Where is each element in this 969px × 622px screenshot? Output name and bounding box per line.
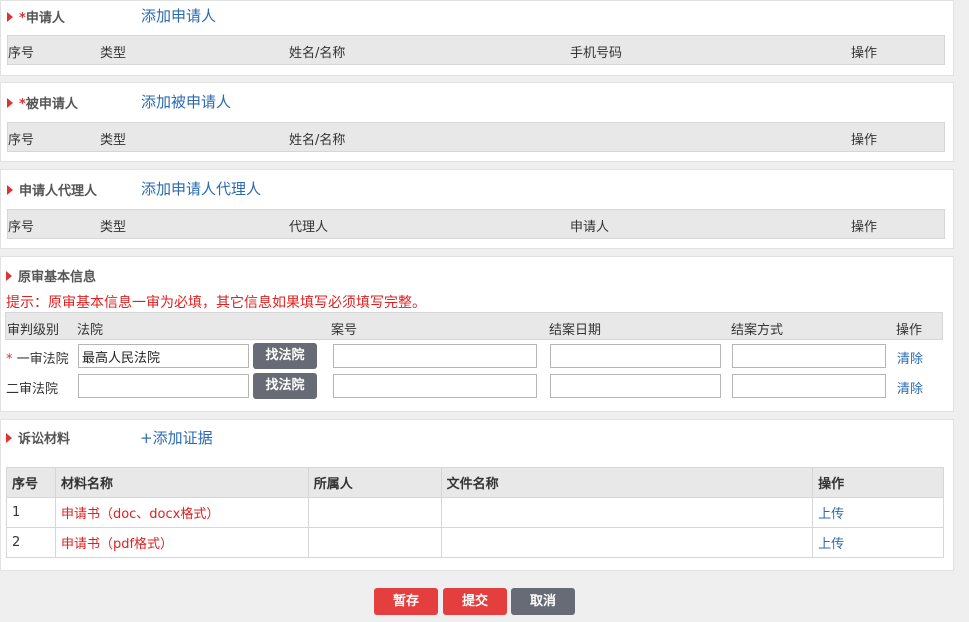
- table-row: 2 申请书（pdf格式） 上传: [6, 527, 944, 558]
- original-trial-tip: 提示：原审基本信息一审为必填，其它信息如果填写必须填写完整。: [6, 295, 426, 311]
- respondent-table-header: 序号 类型 姓名/名称 操作: [7, 122, 945, 152]
- col-type: 类型: [100, 133, 127, 148]
- submit-button[interactable]: 提交: [443, 588, 507, 615]
- col-level: 审判级别: [7, 323, 60, 338]
- agent-section-title: 申请人代理人: [7, 180, 97, 199]
- second-case-no-input[interactable]: [333, 374, 537, 398]
- row-no: 2: [6, 527, 56, 558]
- triangle-bullet-icon: [7, 11, 13, 22]
- second-court-input[interactable]: [78, 374, 249, 398]
- cancel-button[interactable]: 取消: [511, 588, 575, 615]
- col-action: 操作: [851, 46, 878, 61]
- col-applicant: 申请人: [570, 220, 610, 235]
- first-instance-label: * 一审法院: [6, 352, 69, 367]
- upload-link[interactable]: 上传: [818, 537, 844, 552]
- clear-link-2[interactable]: 清除: [897, 378, 923, 397]
- col-close-method: 结案方式: [731, 323, 784, 338]
- materials-table: 序号 材料名称 所属人 文件名称 操作 1 申请书（doc、docx格式） 上传…: [6, 467, 944, 558]
- col-no: 序号: [6, 467, 56, 498]
- add-evidence-link[interactable]: +添加证据: [140, 427, 213, 448]
- col-phone: 手机号码: [570, 46, 623, 61]
- col-court: 法院: [77, 323, 104, 338]
- file-cell: [440, 527, 814, 558]
- owner-cell: [307, 527, 442, 558]
- file-cell: [440, 497, 814, 528]
- agent-panel: 申请人代理人 添加申请人代理人 序号 类型 代理人 申请人 操作: [0, 169, 954, 249]
- first-case-no-input[interactable]: [333, 344, 537, 368]
- col-action: 操作: [896, 323, 923, 338]
- respondent-panel: *被申请人 添加被申请人 序号 类型 姓名/名称 操作: [0, 82, 954, 162]
- save-draft-button[interactable]: 暂存: [374, 588, 438, 615]
- upload-link[interactable]: 上传: [818, 507, 844, 522]
- action-cell: 上传: [812, 497, 944, 528]
- clear-link-1[interactable]: 清除: [897, 348, 923, 367]
- col-no: 序号: [8, 220, 35, 235]
- original-trial-section-title: 原审基本信息: [6, 266, 96, 285]
- table-row: 1 申请书（doc、docx格式） 上传: [6, 497, 944, 528]
- row-no: 1: [6, 497, 56, 528]
- applicant-table-header: 序号 类型 姓名/名称 手机号码 操作: [7, 35, 945, 65]
- col-type: 类型: [100, 46, 127, 61]
- triangle-bullet-icon: [7, 184, 13, 195]
- triangle-bullet-icon: [6, 432, 12, 443]
- find-court-button-1[interactable]: 找法院: [253, 343, 317, 369]
- find-court-button-2[interactable]: 找法院: [253, 373, 317, 399]
- materials-section-title: 诉讼材料: [6, 428, 70, 447]
- add-agent-link[interactable]: 添加申请人代理人: [141, 178, 261, 199]
- add-applicant-link[interactable]: 添加申请人: [141, 5, 216, 26]
- col-close-date: 结案日期: [549, 323, 602, 338]
- col-name: 姓名/名称: [289, 133, 346, 148]
- first-close-date-input[interactable]: [550, 344, 721, 368]
- col-action: 操作: [851, 133, 878, 148]
- first-court-input[interactable]: [78, 344, 249, 368]
- materials-table-header: 序号 材料名称 所属人 文件名称 操作: [6, 467, 944, 498]
- applicant-panel: *申请人 添加申请人 序号 类型 姓名/名称 手机号码 操作: [0, 0, 954, 76]
- second-close-method-input[interactable]: [732, 374, 886, 398]
- add-respondent-link[interactable]: 添加被申请人: [141, 91, 231, 112]
- triangle-bullet-icon: [6, 270, 12, 281]
- col-no: 序号: [8, 46, 35, 61]
- action-cell: 上传: [812, 527, 944, 558]
- col-file-name: 文件名称: [440, 467, 814, 498]
- owner-cell: [307, 497, 442, 528]
- col-action: 操作: [851, 220, 878, 235]
- applicant-section-title: *申请人: [7, 7, 65, 26]
- col-material-name: 材料名称: [54, 467, 309, 498]
- col-owner: 所属人: [307, 467, 442, 498]
- agent-table-header: 序号 类型 代理人 申请人 操作: [7, 209, 945, 239]
- first-close-method-input[interactable]: [732, 344, 886, 368]
- second-instance-label: 二审法院: [6, 382, 59, 397]
- original-trial-table-header: 审判级别 法院 案号 结案日期 结案方式 操作: [5, 312, 943, 340]
- col-type: 类型: [100, 220, 127, 235]
- respondent-section-title: *被申请人: [7, 93, 78, 112]
- second-close-date-input[interactable]: [550, 374, 721, 398]
- material-name: 申请书（doc、docx格式）: [54, 497, 309, 528]
- col-name: 姓名/名称: [289, 46, 346, 61]
- col-no: 序号: [8, 133, 35, 148]
- col-action: 操作: [812, 467, 944, 498]
- col-case-no: 案号: [331, 323, 358, 338]
- triangle-bullet-icon: [7, 97, 13, 108]
- col-agent: 代理人: [289, 220, 329, 235]
- material-name: 申请书（pdf格式）: [54, 527, 309, 558]
